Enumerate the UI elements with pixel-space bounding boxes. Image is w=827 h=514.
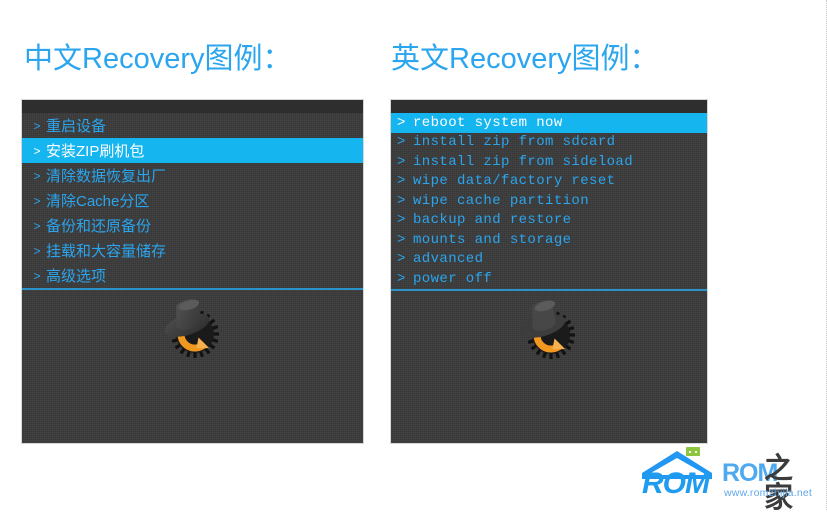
chinese-menu-item-4[interactable]: > 备份和还原备份: [22, 213, 363, 238]
chinese-menu-item-label: 重启设备: [46, 118, 107, 135]
english-menu-item-2[interactable]: > install zip from sideload: [391, 152, 707, 172]
watermark-brand-cn: 之家: [764, 453, 794, 514]
english-menu-item-label: mounts and storage: [413, 231, 572, 248]
english-recovery-panel: > reboot system now > install zip from sdca…: [391, 100, 707, 443]
watermark-url: www.romzhijia.net: [724, 487, 813, 499]
panel-topbar: [22, 100, 363, 113]
chinese-menu-item-6[interactable]: > 高级选项: [22, 263, 363, 288]
english-menu-item-label: reboot system now: [413, 114, 563, 131]
chevron-right-icon: >: [397, 114, 406, 131]
chinese-menu-item-1[interactable]: > 安装ZIP刷机包: [22, 138, 363, 163]
chinese-menu-item-label: 挂载和大容量储存: [46, 243, 167, 260]
clockworkmod-hat-gear-icon: [513, 291, 585, 363]
page-title-english: 英文Recovery图例：: [391, 43, 659, 75]
chevron-right-icon: >: [33, 218, 41, 233]
page-root: 中文Recovery图例： 英文Recovery图例： > 重启设备 > 安装ZIP刷…: [0, 0, 827, 513]
chevron-right-icon: >: [397, 270, 406, 287]
watermark-badge-text: ROM: [642, 467, 710, 500]
chevron-right-icon: >: [33, 268, 41, 283]
english-menu-item-label: install zip from sdcard: [413, 134, 616, 151]
english-menu-item-5[interactable]: > backup and restore: [391, 211, 707, 231]
english-menu-item-label: install zip from sideload: [413, 153, 634, 170]
english-menu-item-label: backup and restore: [413, 212, 572, 229]
chevron-right-icon: >: [33, 118, 41, 133]
chevron-right-icon: >: [33, 193, 41, 208]
chevron-right-icon: >: [397, 134, 406, 151]
english-menu-item-4[interactable]: > wipe cache partition: [391, 191, 707, 211]
chevron-right-icon: >: [397, 251, 406, 268]
chevron-right-icon: >: [33, 243, 41, 258]
chinese-menu-item-label: 清除数据恢复出厂: [46, 168, 167, 185]
english-menu-item-3[interactable]: > wipe data/factory reset: [391, 172, 707, 192]
chevron-right-icon: >: [33, 143, 41, 158]
chinese-menu-item-0[interactable]: > 重启设备: [22, 113, 363, 138]
chinese-menu-item-3[interactable]: > 清除Cache分区: [22, 188, 363, 213]
cwm-logo-area: [391, 291, 707, 363]
english-menu-item-6[interactable]: > mounts and storage: [391, 230, 707, 250]
english-menu-item-label: wipe data/factory reset: [413, 173, 616, 190]
chinese-menu-item-label: 高级选项: [46, 268, 107, 285]
chinese-menu-item-label: 备份和还原备份: [46, 218, 152, 235]
chinese-recovery-panel: > 重启设备 > 安装ZIP刷机包 > 清除数据恢复出厂 > 清除Cache分区 > 备份和还原备…: [22, 100, 363, 443]
english-recovery-menu[interactable]: > reboot system now > install zip from sdca…: [391, 113, 707, 289]
chevron-right-icon: >: [397, 173, 406, 190]
chinese-menu-item-5[interactable]: > 挂载和大容量储存: [22, 238, 363, 263]
cwm-logo-area: [22, 290, 363, 362]
english-menu-item-7[interactable]: > advanced: [391, 250, 707, 270]
clockworkmod-hat-gear-icon: [157, 290, 229, 362]
chinese-menu-item-label: 清除Cache分区: [46, 193, 150, 210]
chinese-recovery-menu[interactable]: > 重启设备 > 安装ZIP刷机包 > 清除数据恢复出厂 > 清除Cache分区 > 备份和还原备…: [22, 113, 363, 288]
english-menu-item-label: advanced: [413, 251, 484, 268]
chevron-right-icon: >: [397, 153, 406, 170]
android-head-icon: [686, 442, 700, 456]
chevron-right-icon: >: [397, 212, 406, 229]
chinese-menu-item-2[interactable]: > 清除数据恢复出厂: [22, 163, 363, 188]
chevron-right-icon: >: [397, 231, 406, 248]
english-menu-item-1[interactable]: > install zip from sdcard: [391, 133, 707, 153]
chevron-right-icon: >: [33, 168, 41, 183]
site-watermark-logo: ROM ROM 之家 www.romzhijia.net: [640, 442, 820, 513]
english-menu-item-8[interactable]: > power off: [391, 269, 707, 289]
page-title-chinese: 中文Recovery图例：: [24, 43, 292, 75]
english-menu-item-label: wipe cache partition: [413, 192, 590, 209]
chevron-right-icon: >: [397, 192, 406, 209]
english-menu-item-0[interactable]: > reboot system now: [391, 113, 707, 133]
panel-topbar: [391, 100, 707, 113]
english-menu-item-label: power off: [413, 270, 493, 287]
chinese-menu-item-label: 安装ZIP刷机包: [46, 143, 145, 160]
